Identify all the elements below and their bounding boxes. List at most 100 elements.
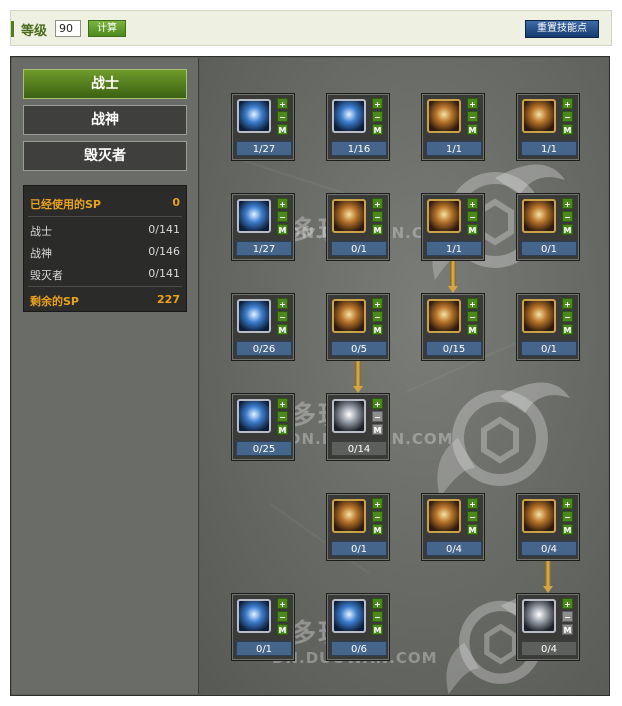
skill-slot[interactable]: + − M 0/4 [516, 493, 580, 561]
decrease-level-button[interactable]: − [562, 211, 573, 222]
shield-icon[interactable] [237, 599, 271, 633]
decrease-level-button[interactable]: − [467, 111, 478, 122]
increase-level-button[interactable]: + [372, 598, 383, 609]
tab-destroyer[interactable]: 毁灭者 [23, 141, 187, 171]
max-level-button[interactable]: M [562, 524, 573, 535]
gauntlet-icon[interactable] [427, 299, 461, 333]
decrease-level-button[interactable]: − [372, 111, 383, 122]
max-level-button[interactable]: M [277, 424, 288, 435]
skill-slot[interactable]: + − M 0/14 [326, 393, 390, 461]
max-level-button[interactable]: M [372, 524, 383, 535]
max-level-button[interactable]: M [372, 624, 383, 635]
mp-boost-icon[interactable] [522, 599, 556, 633]
increase-level-button[interactable]: + [372, 198, 383, 209]
crescent-slash-icon[interactable] [332, 99, 366, 133]
decrease-level-button[interactable]: − [277, 311, 288, 322]
decrease-level-button[interactable]: − [277, 211, 288, 222]
increase-level-button[interactable]: + [562, 598, 573, 609]
skill-slot[interactable]: + − M 0/1 [516, 193, 580, 261]
skill-slot[interactable]: + − M 0/1 [516, 293, 580, 361]
decrease-level-button[interactable]: − [372, 311, 383, 322]
max-level-button[interactable]: M [277, 324, 288, 335]
increase-level-button[interactable]: + [467, 98, 478, 109]
skill-slot[interactable]: + − M 1/27 [231, 193, 295, 261]
decrease-level-button[interactable]: − [277, 611, 288, 622]
tab-warlord[interactable]: 战神 [23, 105, 187, 135]
skill-slot[interactable]: + − M 0/1 [326, 193, 390, 261]
max-level-button[interactable]: M [372, 424, 383, 435]
decrease-level-button[interactable]: − [372, 611, 383, 622]
increase-level-button[interactable]: + [467, 298, 478, 309]
max-level-button[interactable]: M [372, 224, 383, 235]
increase-level-button[interactable]: + [372, 98, 383, 109]
increase-level-button[interactable]: + [277, 198, 288, 209]
max-level-button[interactable]: M [277, 624, 288, 635]
spin-attack-icon[interactable] [332, 299, 366, 333]
decrease-level-button[interactable]: − [562, 611, 573, 622]
increase-level-button[interactable]: + [467, 198, 478, 209]
decrease-level-button[interactable]: − [467, 211, 478, 222]
reset-skill-points-button[interactable]: 重置技能点 [525, 20, 599, 38]
skill-slot[interactable]: + − M 1/16 [326, 93, 390, 161]
increase-level-button[interactable]: + [372, 498, 383, 509]
increase-level-button[interactable]: + [562, 198, 573, 209]
skill-slot[interactable]: + − M 0/4 [421, 493, 485, 561]
max-level-button[interactable]: M [277, 124, 288, 135]
skill-slot[interactable]: + − M 0/15 [421, 293, 485, 361]
level-input[interactable] [55, 20, 81, 37]
max-level-button[interactable]: M [467, 324, 478, 335]
skill-slot[interactable]: + − M 1/1 [516, 93, 580, 161]
skill-slot[interactable]: + − M 0/4 [516, 593, 580, 661]
calculate-button[interactable]: 计算 [88, 20, 126, 37]
decrease-level-button[interactable]: − [277, 111, 288, 122]
increase-level-button[interactable]: + [277, 98, 288, 109]
decrease-level-button[interactable]: − [372, 411, 383, 422]
tab-warrior[interactable]: 战士 [23, 69, 187, 99]
max-level-button[interactable]: M [562, 124, 573, 135]
explosion-icon[interactable] [522, 499, 556, 533]
max-level-button[interactable]: M [277, 224, 288, 235]
decrease-level-button[interactable]: − [372, 511, 383, 522]
boot-kick-icon[interactable] [522, 99, 556, 133]
frost-orb-icon[interactable] [332, 599, 366, 633]
fire-aura-icon[interactable] [427, 99, 461, 133]
decrease-level-button[interactable]: − [562, 111, 573, 122]
fist-icon[interactable] [522, 299, 556, 333]
max-level-button[interactable]: M [562, 624, 573, 635]
ice-blade-icon[interactable] [237, 99, 271, 133]
rage-burst-icon[interactable] [427, 499, 461, 533]
decrease-level-button[interactable]: − [277, 411, 288, 422]
max-level-button[interactable]: M [467, 524, 478, 535]
increase-level-button[interactable]: + [562, 498, 573, 509]
increase-level-button[interactable]: + [277, 398, 288, 409]
skill-slot[interactable]: + − M 0/1 [231, 593, 295, 661]
increase-level-button[interactable]: + [372, 398, 383, 409]
skill-slot[interactable]: + − M 0/5 [326, 293, 390, 361]
max-level-button[interactable]: M [467, 124, 478, 135]
increase-level-button[interactable]: + [562, 298, 573, 309]
max-level-button[interactable]: M [562, 324, 573, 335]
wing-strike-icon[interactable] [332, 399, 366, 433]
triple-slash-icon[interactable] [237, 199, 271, 233]
decrease-level-button[interactable]: − [467, 311, 478, 322]
decrease-level-button[interactable]: − [372, 211, 383, 222]
heart-shield-icon[interactable] [427, 199, 461, 233]
skill-slot[interactable]: + − M 1/1 [421, 93, 485, 161]
skill-slot[interactable]: + − M 0/1 [326, 493, 390, 561]
increase-level-button[interactable]: + [562, 98, 573, 109]
skill-slot[interactable]: + − M 0/25 [231, 393, 295, 461]
max-level-button[interactable]: M [467, 224, 478, 235]
increase-level-button[interactable]: + [467, 498, 478, 509]
max-level-button[interactable]: M [562, 224, 573, 235]
skill-slot[interactable]: + − M 0/26 [231, 293, 295, 361]
skill-slot[interactable]: + − M 1/1 [421, 193, 485, 261]
rising-wave-icon[interactable] [237, 299, 271, 333]
decrease-level-button[interactable]: − [562, 311, 573, 322]
skill-slot[interactable]: + − M 1/27 [231, 93, 295, 161]
increase-level-button[interactable]: + [277, 298, 288, 309]
skill-slot[interactable]: + − M 0/6 [326, 593, 390, 661]
warrior-stance-icon[interactable] [332, 199, 366, 233]
ice-pillar-icon[interactable] [237, 399, 271, 433]
max-level-button[interactable]: M [372, 124, 383, 135]
increase-level-button[interactable]: + [277, 598, 288, 609]
